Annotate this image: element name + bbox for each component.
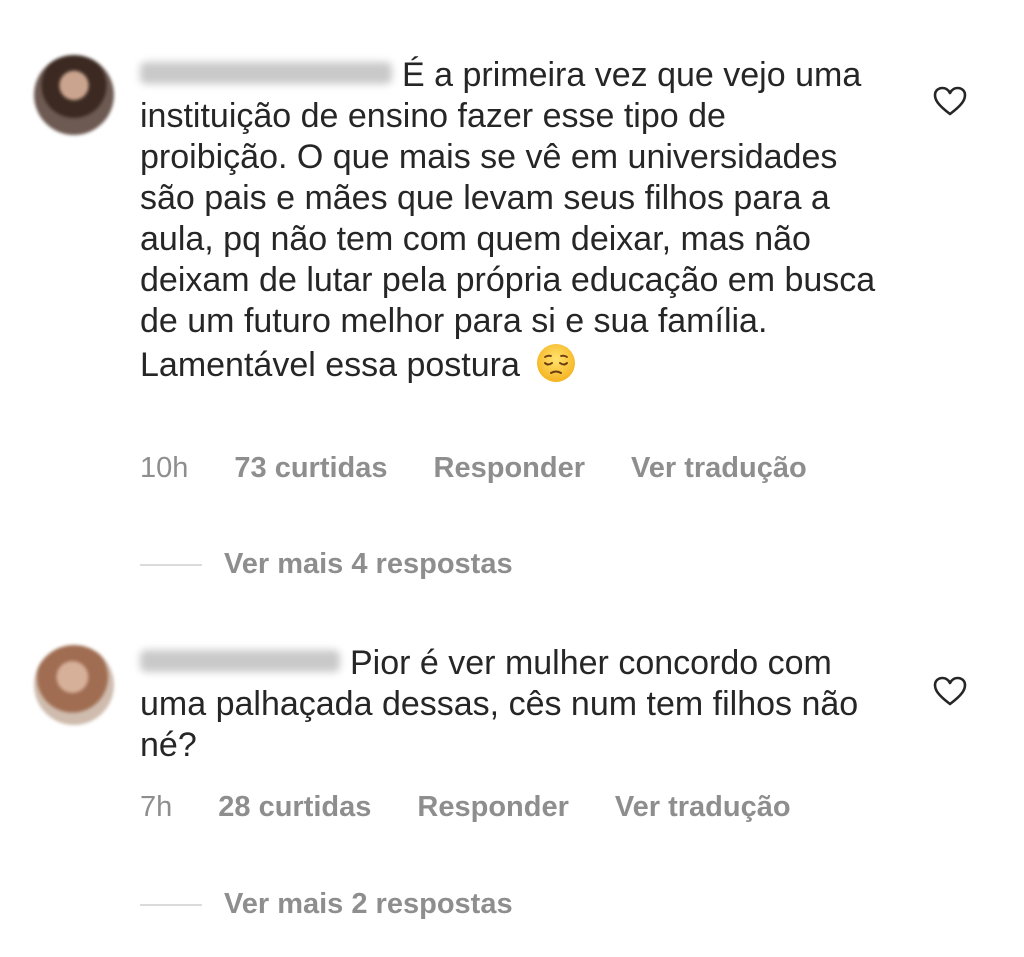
like-heart-icon[interactable] <box>932 85 968 117</box>
username-blurred[interactable] <box>140 62 392 84</box>
comment-body: Pior é ver mulher concordo com uma palha… <box>140 643 880 766</box>
comment-text-line1: É a primeira vez que vejo <box>402 56 786 94</box>
comment-time: 7h <box>140 791 173 823</box>
translate-button[interactable]: Ver tradução <box>631 452 807 485</box>
reply-button[interactable]: Responder <box>417 791 568 824</box>
comment-time: 10h <box>140 452 189 484</box>
comment-meta: 10h 73 curtidas Responder Ver tradução <box>140 452 807 485</box>
comment-body: É a primeira vez que vejo uma instituiçã… <box>140 55 880 386</box>
view-more-replies-label: Ver mais 2 respostas <box>224 888 513 920</box>
view-more-replies[interactable]: Ver mais 4 respostas <box>140 548 513 581</box>
comment-meta: 7h 28 curtidas Responder Ver tradução <box>140 791 791 824</box>
divider-line <box>140 563 202 566</box>
view-more-replies-label: Ver mais 4 respostas <box>224 548 513 580</box>
comment-text-rest: uma instituição de ensino fazer esse tip… <box>140 56 876 384</box>
view-more-replies[interactable]: Ver mais 2 respostas <box>140 888 513 921</box>
username-blurred[interactable] <box>140 650 340 672</box>
translate-button[interactable]: Ver tradução <box>615 791 791 824</box>
like-heart-icon[interactable] <box>932 675 968 707</box>
pensive-face-icon <box>537 344 576 382</box>
likes-count[interactable]: 73 curtidas <box>234 452 387 485</box>
comment-text-line1: Pior é ver mulher concordo <box>350 644 759 682</box>
avatar[interactable] <box>34 645 114 725</box>
likes-count[interactable]: 28 curtidas <box>218 791 371 824</box>
avatar[interactable] <box>34 55 114 135</box>
reply-button[interactable]: Responder <box>434 452 585 485</box>
divider-line <box>140 903 202 906</box>
